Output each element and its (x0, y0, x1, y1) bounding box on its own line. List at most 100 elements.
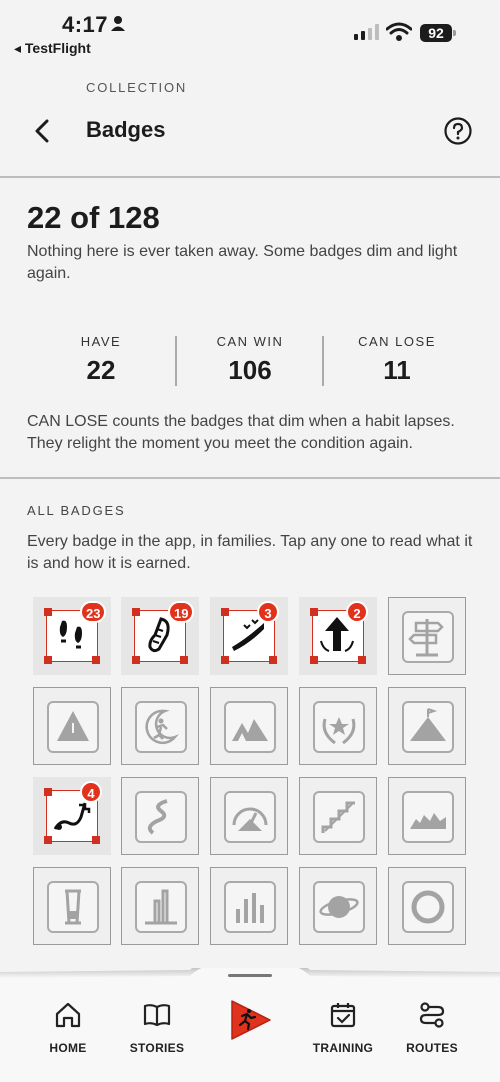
summary-intro: Nothing here is ever taken away. Some ba… (27, 243, 458, 282)
badge-ridge[interactable] (388, 777, 466, 855)
badge-count-headline: 22 of 128 (27, 200, 160, 235)
tab-home[interactable]: HOME (23, 1000, 113, 1055)
status-time: 4:17 (62, 12, 109, 37)
badge-corner (221, 608, 229, 616)
tab-label: STORIES (129, 1041, 185, 1055)
stat-label: CAN LOSE (358, 334, 436, 349)
bars-icon (236, 893, 264, 923)
tab-training[interactable]: TRAINING (298, 1000, 388, 1055)
badge-frame (313, 701, 365, 753)
winding-road-icon (147, 799, 168, 835)
badge-corner (92, 836, 100, 844)
home-icon (55, 1002, 81, 1028)
signpost-icon (408, 619, 444, 657)
badge-frame (224, 701, 276, 753)
badge-mountains[interactable] (210, 687, 288, 765)
badge-frame (402, 881, 454, 933)
section-divider (0, 477, 500, 479)
badge-planet[interactable] (299, 867, 377, 945)
book-icon (143, 1004, 171, 1027)
stat-value: 22 (86, 355, 116, 385)
badge-corner (310, 656, 318, 664)
tab-label: ROUTES (406, 1041, 458, 1055)
planet-icon (319, 896, 359, 918)
badge-count: 19 (168, 601, 195, 623)
tab-label: HOME (49, 1041, 87, 1055)
badge-corner (132, 608, 140, 616)
battery-level: 92 (420, 24, 452, 42)
back-button[interactable] (28, 116, 58, 146)
stairs-icon (321, 801, 355, 833)
stat-label: HAVE (80, 334, 122, 349)
warning-triangle-icon (57, 711, 89, 741)
stat-value: 11 (383, 355, 411, 385)
badge-frame (135, 791, 187, 843)
badge-count: 3 (257, 601, 279, 623)
back-to-testflight-link[interactable]: ◂ TestFlight (14, 40, 91, 57)
page-title: Badges (86, 117, 166, 142)
mountains-icon (232, 719, 268, 741)
badge-corner (180, 656, 188, 664)
badge-corner (358, 656, 366, 664)
can-lose-note: CAN LOSE counts the badges that dim when… (27, 413, 455, 452)
start-run-button[interactable] (228, 998, 272, 1042)
stat-value: 106 (228, 355, 272, 385)
wifi-icon (386, 22, 412, 41)
badge-frame (313, 881, 365, 933)
status-bar: 4:17 ◂ TestFlight 92 (0, 0, 500, 60)
ring-icon (411, 890, 445, 924)
badge-frame (402, 791, 454, 843)
tab-routes[interactable]: ROUTES (387, 1000, 477, 1055)
badge-frame (402, 701, 454, 753)
badge-speedometer[interactable] (210, 777, 288, 855)
badge-moon-runner[interactable] (121, 687, 199, 765)
stat-can-win: CAN WIN 106 (175, 334, 325, 386)
badge-warning-triangle[interactable] (33, 687, 111, 765)
badge-corner (132, 656, 140, 664)
laurel-star-icon (322, 717, 356, 745)
battery-icon: 92 (420, 24, 456, 42)
header-divider (0, 176, 500, 178)
badge-stairs[interactable] (299, 777, 377, 855)
badge-staircase-trail[interactable]: 4 (33, 777, 111, 855)
ridge-icon (410, 813, 446, 829)
badge-signpost[interactable] (388, 597, 466, 675)
city-towers-icon (145, 889, 177, 925)
badge-corner (44, 788, 52, 796)
badge-corner (44, 656, 52, 664)
tab-label: TRAINING (312, 1041, 374, 1055)
calendar-check-icon (330, 1003, 356, 1028)
badge-corner (44, 608, 52, 616)
badge-ring[interactable] (388, 867, 466, 945)
help-button[interactable] (444, 117, 472, 145)
stat-can-lose: CAN LOSE 11 (322, 334, 472, 386)
badge-corner (44, 836, 52, 844)
tab-stories[interactable]: STORIES (112, 1000, 202, 1055)
summit-icon (410, 708, 446, 741)
badge-count: 2 (346, 601, 368, 623)
pillar-icon (65, 889, 81, 925)
route-icon (419, 1002, 445, 1028)
badge-frame (135, 881, 187, 933)
badge-frame (402, 611, 454, 663)
badge-corner (269, 656, 277, 664)
all-badges-label: ALL BADGES (27, 503, 126, 518)
badge-count: 23 (80, 601, 107, 623)
badge-pillar[interactable] (33, 867, 111, 945)
badge-city-towers[interactable] (121, 867, 199, 945)
badge-winding-road[interactable] (121, 777, 199, 855)
badge-frame (135, 701, 187, 753)
badge-footprints[interactable]: 23 (33, 597, 111, 675)
badge-up-arrow[interactable]: 2 (299, 597, 377, 675)
cellular-signal-icon (354, 24, 379, 40)
badge-shoe-print[interactable]: 19 (121, 597, 199, 675)
badge-trail-birds[interactable]: 3 (210, 597, 288, 675)
badge-summit[interactable] (388, 687, 466, 765)
badge-bars[interactable] (210, 867, 288, 945)
badge-laurel-star[interactable] (299, 687, 377, 765)
badge-frame (224, 881, 276, 933)
stat-label: CAN WIN (216, 334, 284, 349)
badge-frame (224, 791, 276, 843)
stats-row: HAVE 22 CAN WIN 106 CAN LOSE 11 (26, 334, 474, 390)
badge-frame (47, 881, 99, 933)
